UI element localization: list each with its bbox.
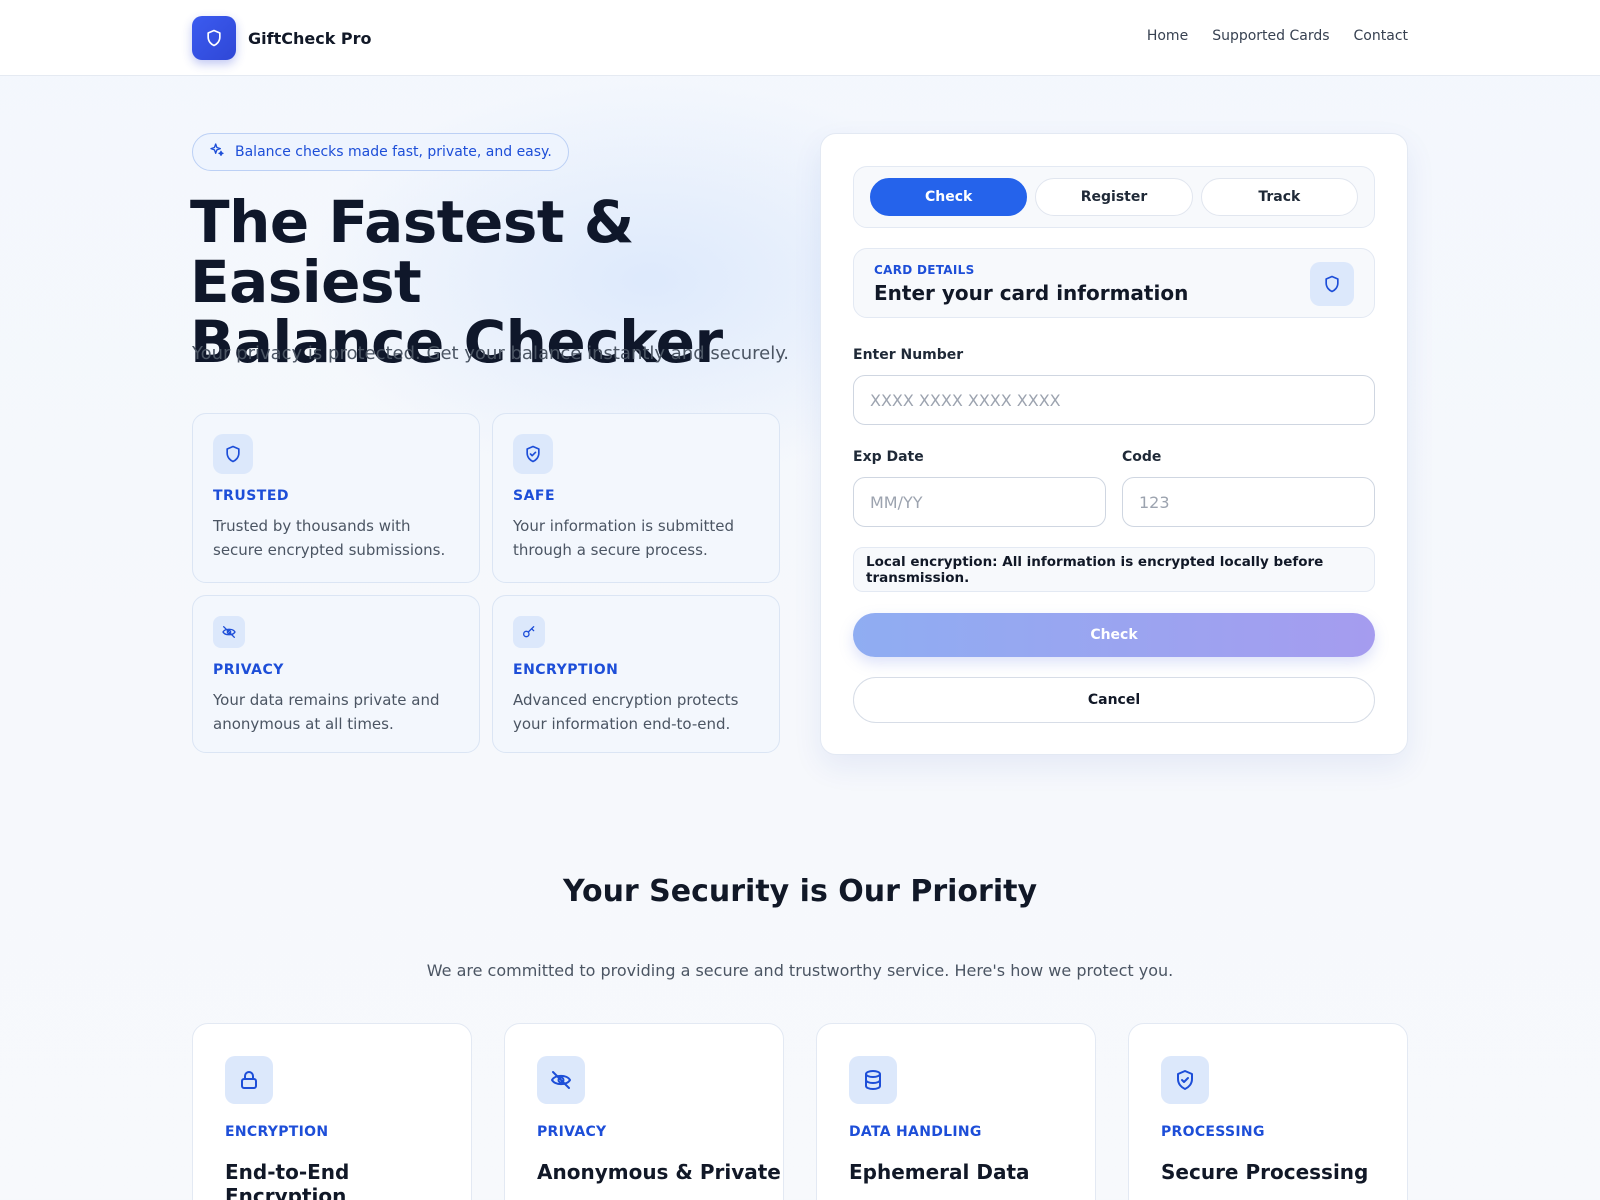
hero-title-line-2: Balance Checker xyxy=(190,308,723,376)
brand[interactable]: GiftCheck Pro xyxy=(192,16,372,60)
security-card-label: PROCESSING xyxy=(1161,1124,1265,1140)
nav-link-contact[interactable]: Contact xyxy=(1354,28,1408,44)
exp-date-input[interactable] xyxy=(853,477,1106,527)
key-icon xyxy=(513,616,545,648)
feature-description: Your information is submitted through a … xyxy=(513,517,735,559)
card-number-label: Enter Number xyxy=(853,347,964,363)
card-details-title: Enter your card information xyxy=(874,281,1189,305)
brand-name: GiftCheck Pro xyxy=(248,28,372,48)
shield-icon xyxy=(192,16,236,60)
database-icon xyxy=(849,1056,897,1104)
tab-check[interactable]: Check xyxy=(870,178,1028,216)
feature-title: TRUSTED xyxy=(213,488,290,504)
security-card-title: Anonymous & Private xyxy=(537,1160,781,1184)
security-card-data-handling: DATA HANDLING Ephemeral Data xyxy=(816,1023,1096,1200)
code-input[interactable] xyxy=(1122,477,1375,527)
top-navigation-bar: GiftCheck Pro Home Supported Cards Conta… xyxy=(0,0,1600,76)
security-card-processing: PROCESSING Secure Processing xyxy=(1128,1023,1408,1200)
shield-icon xyxy=(213,434,253,474)
eye-off-icon xyxy=(213,616,245,648)
security-card-label: PRIVACY xyxy=(537,1124,607,1140)
security-card-encryption: ENCRYPTION End-to-End Encryption xyxy=(192,1023,472,1200)
sparkles-icon xyxy=(209,142,225,162)
form-tabs: Check Register Track xyxy=(853,166,1375,228)
feature-description: Trusted by thousands with secure encrypt… xyxy=(213,517,446,559)
feature-description: Advanced encryption protects your inform… xyxy=(513,691,739,733)
hero-pill-badge: Balance checks made fast, private, and e… xyxy=(192,133,569,171)
code-label: Code xyxy=(1122,449,1162,465)
shield-check-icon xyxy=(1161,1056,1209,1104)
tab-register[interactable]: Register xyxy=(1035,178,1193,216)
feature-card-privacy: PRIVACY Your data remains private and an… xyxy=(192,595,480,753)
security-card-privacy: PRIVACY Anonymous & Private xyxy=(504,1023,784,1200)
tab-track[interactable]: Track xyxy=(1200,178,1358,216)
feature-card-trusted: TRUSTED Trusted by thousands with secure… xyxy=(192,413,480,583)
pill-text: Balance checks made fast, private, and e… xyxy=(235,144,552,160)
feature-title: PRIVACY xyxy=(213,662,284,678)
feature-title: SAFE xyxy=(513,488,556,504)
hero-title-line-1: The Fastest & Easiest xyxy=(190,188,634,316)
check-button[interactable]: Check xyxy=(853,613,1375,657)
security-card-label: DATA HANDLING xyxy=(849,1124,982,1140)
hero-subtitle: Your privacy is protected. Get your bala… xyxy=(192,343,790,364)
feature-description: Your data remains private and anonymous … xyxy=(213,691,440,733)
exp-date-label: Exp Date xyxy=(853,449,924,465)
security-card-title: Secure Processing xyxy=(1161,1160,1369,1184)
eye-off-icon xyxy=(537,1056,585,1104)
balance-check-form-card: Check Register Track CARD DETAILS Enter … xyxy=(820,133,1408,755)
security-section-title: Your Security is Our Priority xyxy=(562,874,1038,909)
nav-link-supported-cards[interactable]: Supported Cards xyxy=(1212,28,1329,44)
security-card-title: Ephemeral Data xyxy=(849,1160,1030,1184)
card-details-label: CARD DETAILS xyxy=(874,263,975,277)
shield-icon xyxy=(1310,262,1354,306)
lock-icon xyxy=(225,1056,273,1104)
security-section-subtitle: We are committed to providing a secure a… xyxy=(426,961,1174,980)
card-number-input[interactable] xyxy=(853,375,1375,425)
feature-card-safe: SAFE Your information is submitted throu… xyxy=(492,413,780,583)
shield-check-icon xyxy=(513,434,553,474)
card-details-header: CARD DETAILS Enter your card information xyxy=(853,248,1375,318)
encryption-notice: Local encryption: All information is enc… xyxy=(853,547,1375,592)
security-card-label: ENCRYPTION xyxy=(225,1124,329,1140)
feature-card-encryption: ENCRYPTION Advanced encryption protects … xyxy=(492,595,780,753)
security-card-title: End-to-End Encryption xyxy=(225,1160,350,1200)
main-nav: Home Supported Cards Contact xyxy=(1147,28,1408,44)
feature-title: ENCRYPTION xyxy=(513,662,619,678)
nav-link-home[interactable]: Home xyxy=(1147,28,1188,44)
cancel-button[interactable]: Cancel xyxy=(853,677,1375,723)
